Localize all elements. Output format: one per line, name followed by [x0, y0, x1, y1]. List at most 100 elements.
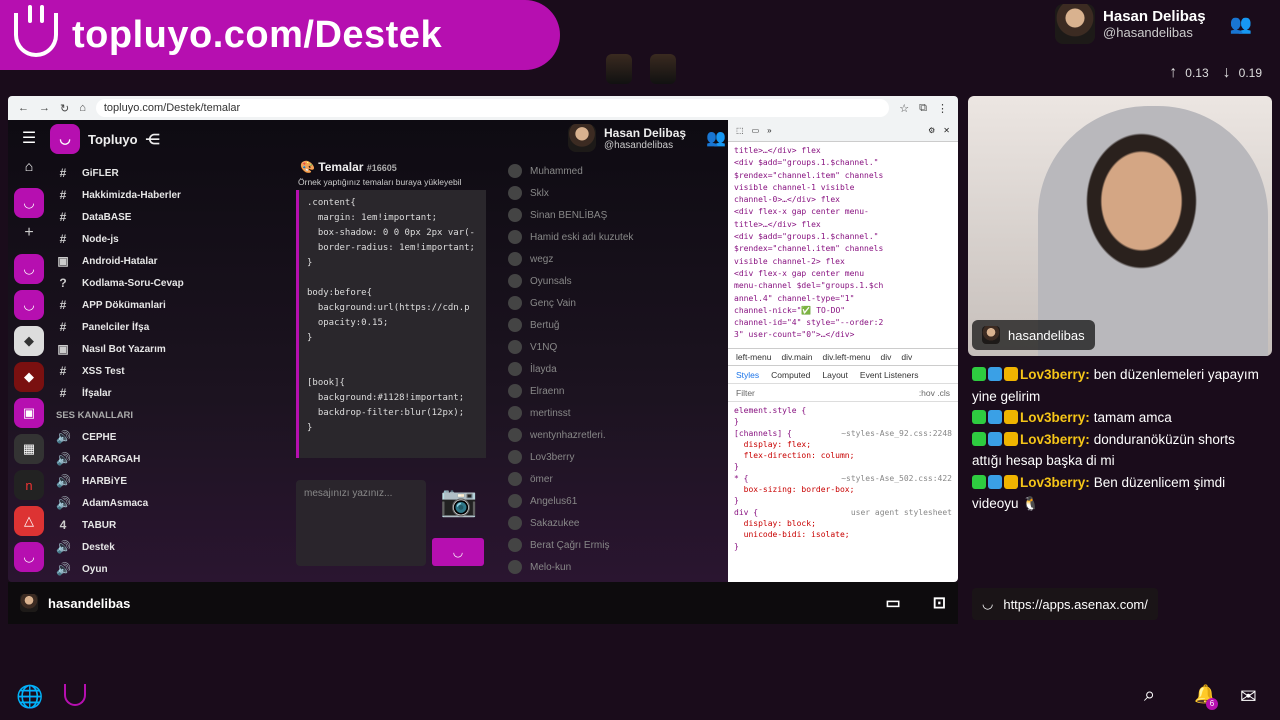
- channel-item[interactable]: # Node-js: [56, 228, 276, 250]
- voice-channel-item[interactable]: 🔊 KARARGAH: [56, 448, 276, 470]
- dom-line[interactable]: <div flex-x gap center menu-: [734, 206, 952, 218]
- styles-tab[interactable]: Styles: [736, 370, 759, 380]
- channel-item[interactable]: # Panelciler İfşa: [56, 316, 276, 338]
- more-tabs-icon[interactable]: »: [767, 126, 771, 135]
- device-icon[interactable]: ▭: [752, 126, 760, 135]
- server-icon[interactable]: ◡: [14, 290, 44, 320]
- star-icon[interactable]: ☆: [899, 102, 909, 115]
- link-text[interactable]: https://apps.asenax.com/: [1003, 597, 1148, 612]
- member-item[interactable]: V1NQ: [508, 336, 718, 358]
- share-icon[interactable]: ⋲: [146, 131, 160, 148]
- member-item[interactable]: Angelus61: [508, 490, 718, 512]
- link-box[interactable]: ◡ https://apps.asenax.com/: [972, 588, 1158, 620]
- member-item[interactable]: Lov3berry: [508, 446, 718, 468]
- dom-line[interactable]: <div flex-x gap center menu: [734, 268, 952, 280]
- server-icon[interactable]: ◡: [14, 542, 44, 572]
- styles-tab[interactable]: Computed: [771, 370, 810, 380]
- channel-item[interactable]: # XSS Test: [56, 360, 276, 382]
- camera-icon[interactable]: 📷: [436, 484, 482, 522]
- styles-filter[interactable]: Filter :hov .cls: [728, 384, 958, 402]
- server-icon[interactable]: ◡: [14, 188, 44, 218]
- member-item[interactable]: Muhammed: [508, 160, 718, 182]
- member-item[interactable]: Sakazukee: [508, 512, 718, 534]
- server-icon[interactable]: △: [14, 506, 44, 536]
- profile[interactable]: Hasan Delibaş @hasandelibas 👥: [1055, 4, 1252, 44]
- member-item[interactable]: Genç Vain: [508, 292, 718, 314]
- voice-channel-item[interactable]: 🔊 HARBiYE: [56, 470, 276, 492]
- dom-line[interactable]: title>…</div> flex: [734, 145, 952, 157]
- dom-line[interactable]: channel-id="4" style="--order:2: [734, 317, 952, 329]
- streamer-name[interactable]: hasandelibas: [48, 596, 130, 611]
- users-icon[interactable]: 👥: [1230, 14, 1252, 35]
- member-item[interactable]: Bertuğ: [508, 314, 718, 336]
- send-button[interactable]: ◡: [432, 538, 484, 566]
- breadcrumb-item[interactable]: div.left-menu: [822, 352, 870, 362]
- channel-item[interactable]: # Hakkimizda-Haberler: [56, 184, 276, 206]
- member-item[interactable]: Berat Çağrı Ermiş: [508, 534, 718, 556]
- app-profile[interactable]: Hasan Delibaş @hasandelibas 👥: [568, 124, 726, 152]
- search-icon[interactable]: ⌕: [1144, 684, 1155, 707]
- message-input[interactable]: mesajınızı yazınız...: [296, 480, 426, 566]
- address-input[interactable]: topluyo.com/Destek/temalar: [95, 99, 890, 117]
- dom-line[interactable]: visible channel-1 visible: [734, 182, 952, 194]
- topluyo-logo-icon[interactable]: [64, 684, 86, 706]
- channel-item[interactable]: ▣ Android-Hatalar: [56, 250, 276, 272]
- channel-item[interactable]: # İfşalar: [56, 382, 276, 404]
- dom-line[interactable]: $rendex="channel.item" channels: [734, 243, 952, 255]
- styles-tab[interactable]: Layout: [822, 370, 848, 380]
- channel-item[interactable]: # GiFLER: [56, 162, 276, 184]
- reload-icon[interactable]: ↻: [60, 102, 69, 115]
- dom-line[interactable]: <div $add="groups.1.$channel.": [734, 157, 952, 169]
- member-item[interactable]: Sklx: [508, 182, 718, 204]
- voice-channel-item[interactable]: 🔊 AdamAsmaca: [56, 492, 276, 514]
- menu-icon[interactable]: ⋮: [937, 102, 948, 115]
- dom-tree[interactable]: title>…</div> flex <div $add="groups.1.$c…: [728, 142, 958, 348]
- users-icon[interactable]: 👥: [706, 128, 726, 148]
- dom-line[interactable]: channel-nick="✅ TO-DO": [734, 305, 952, 317]
- dom-line[interactable]: menu-channel $del="groups.1.$ch: [734, 280, 952, 292]
- dom-line[interactable]: 3" user-count="0">…</div>: [734, 329, 952, 341]
- mail-icon[interactable]: ✉: [1240, 684, 1257, 709]
- theater-mode-icon[interactable]: ▭: [885, 593, 900, 613]
- css-source[interactable]: user agent stylesheet: [851, 507, 952, 518]
- chat-username[interactable]: Lov3berry:: [1020, 367, 1090, 382]
- server-icon[interactable]: ▦: [14, 434, 44, 464]
- screenshot-icon[interactable]: ⊡: [933, 593, 946, 613]
- css-source[interactable]: ~styles-Ase_92.css:2248: [841, 428, 952, 439]
- channel-item[interactable]: # APP Dökümanlari: [56, 294, 276, 316]
- server-icon[interactable]: ▣: [14, 398, 44, 428]
- breadcrumb-item[interactable]: div: [901, 352, 912, 362]
- home-icon[interactable]: ⌂: [79, 102, 86, 114]
- member-item[interactable]: wegz: [508, 248, 718, 270]
- channel-item[interactable]: # DataBASE: [56, 206, 276, 228]
- dom-line[interactable]: title>…</div> flex: [734, 219, 952, 231]
- close-icon[interactable]: ✕: [943, 126, 950, 135]
- home-icon[interactable]: ⌂: [8, 158, 50, 182]
- member-item[interactable]: Hamid eski adı kuzutek: [508, 226, 718, 248]
- member-item[interactable]: ömer: [508, 468, 718, 490]
- inspect-icon[interactable]: ⬚: [736, 126, 744, 135]
- member-item[interactable]: Elraenn: [508, 380, 718, 402]
- member-item[interactable]: wentynhazretleri.: [508, 424, 718, 446]
- hamburger-icon[interactable]: ☰: [8, 120, 50, 158]
- back-icon[interactable]: ←: [18, 102, 29, 114]
- server-icon[interactable]: n: [14, 470, 44, 500]
- member-item[interactable]: Oyunsals: [508, 270, 718, 292]
- server-icon[interactable]: ◆: [14, 326, 44, 356]
- css-source[interactable]: ~styles-Ase_502.css:422: [841, 473, 952, 484]
- voice-channel-item[interactable]: 🔊 Destek: [56, 536, 276, 558]
- member-item[interactable]: Sinan BENLİBAŞ: [508, 204, 718, 226]
- dom-line[interactable]: channel-0>…</div> flex: [734, 194, 952, 206]
- add-server-icon[interactable]: +: [8, 224, 50, 248]
- chat-username[interactable]: Lov3berry:: [1020, 432, 1090, 447]
- globe-icon[interactable]: 🌐: [16, 684, 43, 710]
- voice-channel-item[interactable]: 🔊 CEPHE: [56, 426, 276, 448]
- forward-icon[interactable]: →: [39, 102, 50, 114]
- breadcrumb-item[interactable]: div: [881, 352, 892, 362]
- styles-tab[interactable]: Event Listeners: [860, 370, 919, 380]
- member-item[interactable]: İlayda: [508, 358, 718, 380]
- voice-channel-item[interactable]: 🔊 Oyun: [56, 558, 276, 580]
- channel-item[interactable]: ? Kodlama-Soru-Cevap: [56, 272, 276, 294]
- chat-username[interactable]: Lov3berry:: [1020, 410, 1090, 425]
- breadcrumb-item[interactable]: div.main: [781, 352, 812, 362]
